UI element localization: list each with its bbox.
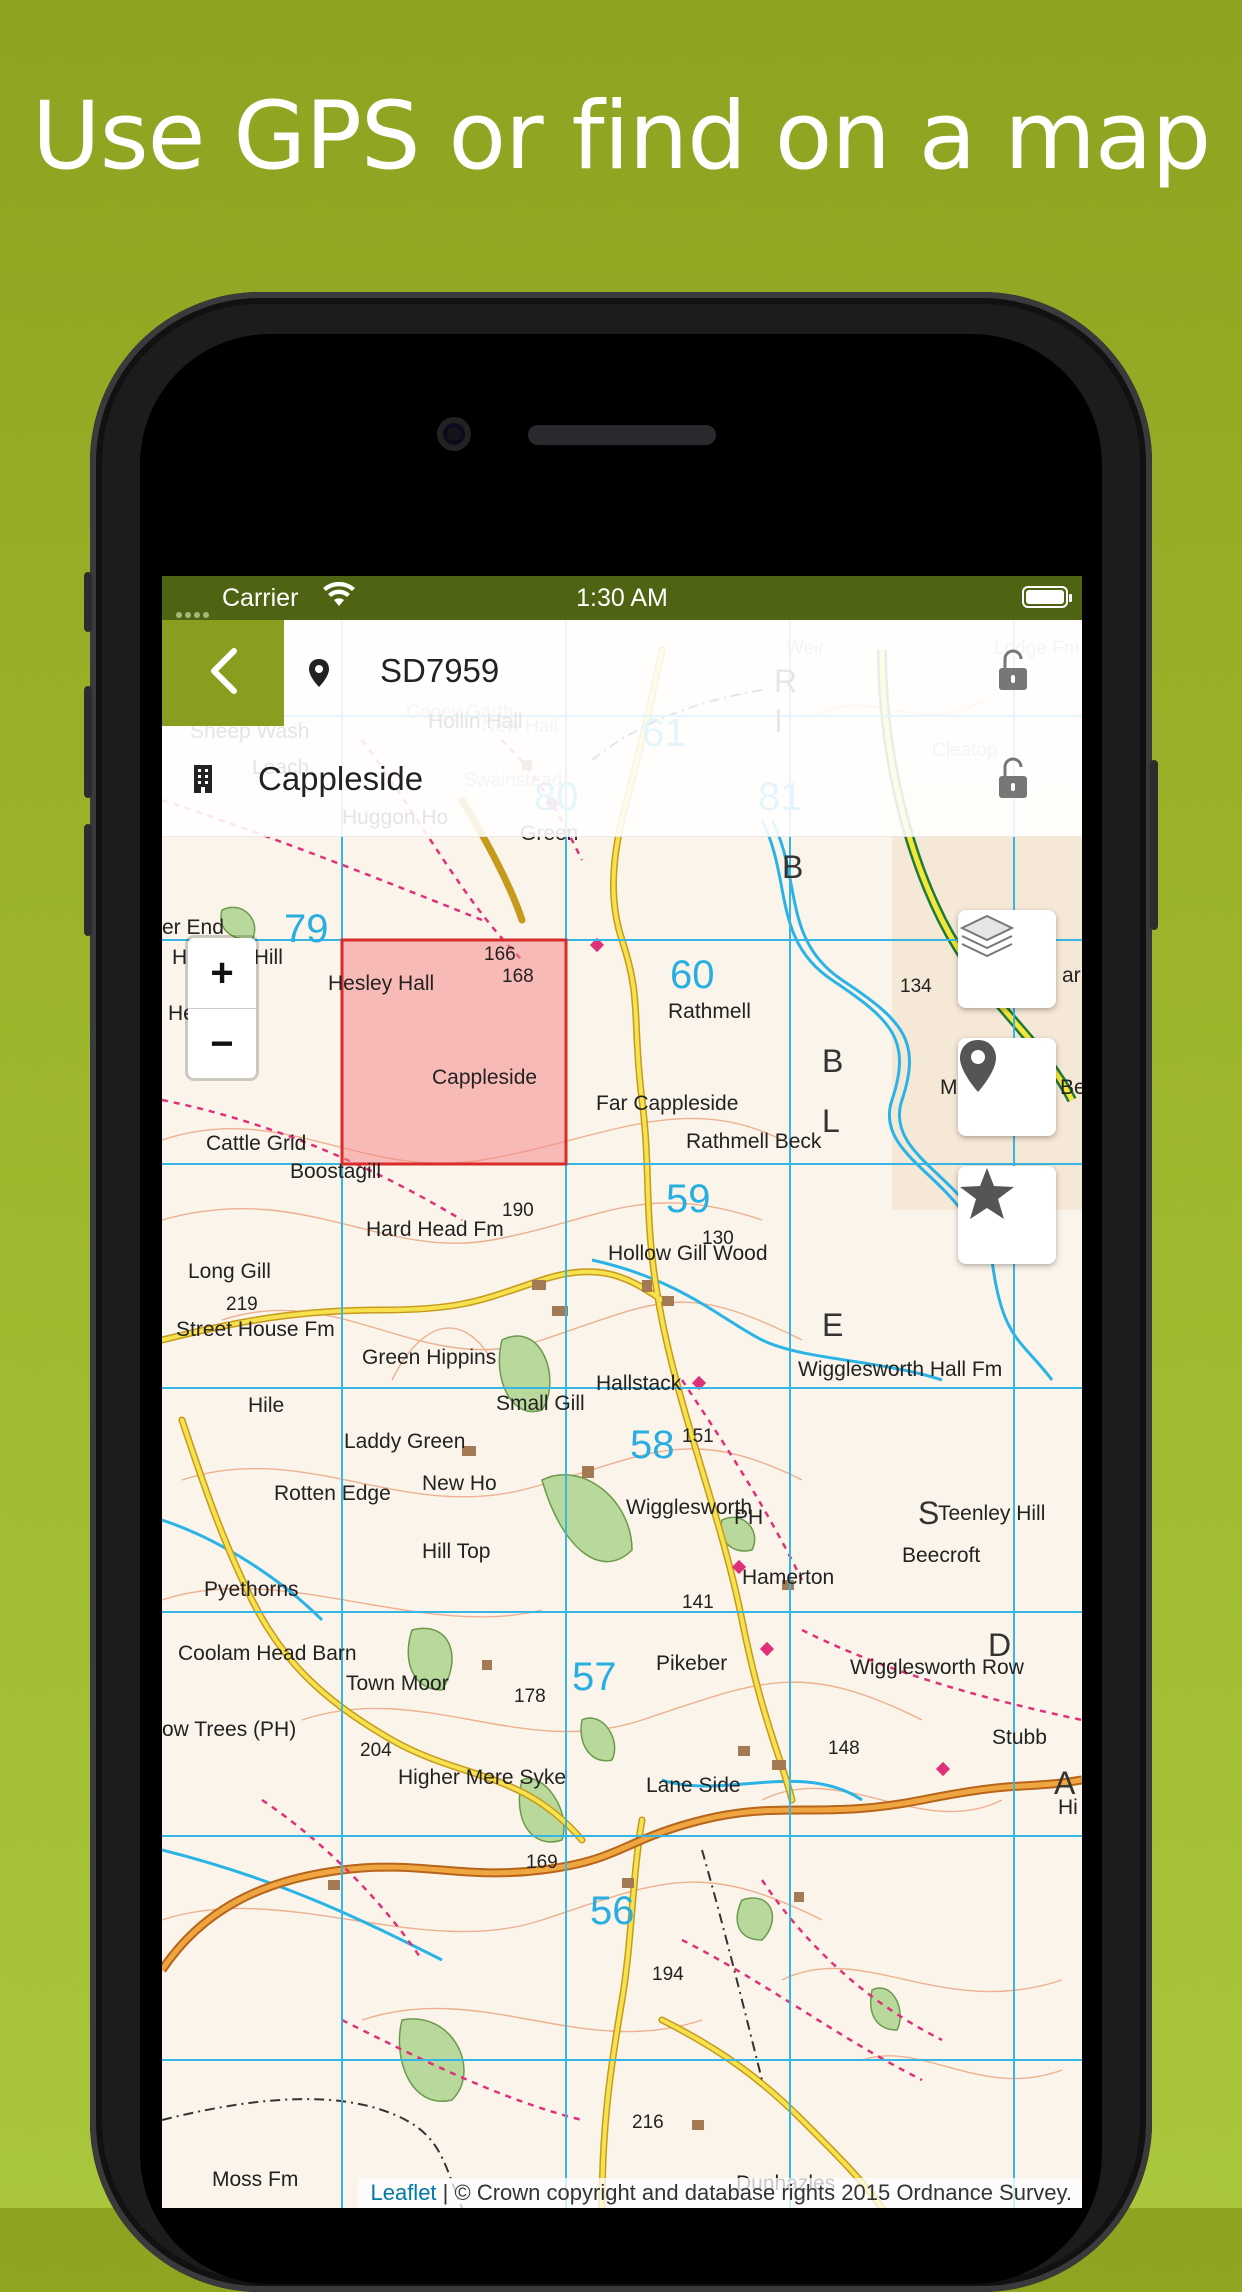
building-icon — [192, 764, 214, 799]
phone-speaker — [528, 425, 716, 445]
place-label: Hollow Gill Wood — [608, 1242, 768, 1265]
place-label: New Ho — [422, 1472, 497, 1495]
spot-height: 148 — [828, 1738, 860, 1759]
spot-height: 169 — [526, 1852, 558, 1873]
place-label: Hill Top — [422, 1540, 490, 1563]
zoom-control: + − — [188, 938, 256, 1078]
place-label: Laddy Green — [344, 1430, 465, 1453]
place-name-row: Cappleside — [162, 728, 1082, 836]
map-attribution: Leaflet | © Crown copyright and database… — [358, 2178, 1082, 2208]
place-label: Moss Fm — [212, 2168, 298, 2191]
grid-number: 57 — [572, 1655, 617, 1699]
spot-height: 194 — [652, 1964, 684, 1985]
place-label: Long Gill — [188, 1260, 271, 1283]
river-name-letter: B — [822, 1043, 843, 1079]
place-label: Stubb — [992, 1726, 1047, 1749]
phone-power-button — [1150, 760, 1158, 930]
zoom-out-button[interactable]: − — [188, 1009, 256, 1079]
grid-number: 59 — [666, 1177, 711, 1221]
river-name-letter: E — [822, 1307, 843, 1343]
place-label: Town Moor — [346, 1672, 449, 1695]
unlock-icon[interactable] — [996, 756, 1030, 805]
phone-silent-switch — [84, 572, 92, 632]
os-map-tiles: 618081796059585756Sheep WashLeachHollin … — [162, 620, 1082, 2208]
place-label: Rotten Edge — [274, 1482, 391, 1505]
map-view[interactable]: 618081796059585756Sheep WashLeachHollin … — [162, 620, 1082, 2208]
river-name-letter: D — [988, 1627, 1011, 1663]
grid-number: 60 — [670, 953, 715, 997]
status-time: 1:30 AM — [576, 584, 668, 612]
headline: Use GPS or find on a map — [31, 82, 1211, 191]
place-label: Cappleside — [432, 1066, 537, 1089]
grid-number: 79 — [284, 907, 329, 951]
copyright-text: © Crown copyright and database rights 20… — [454, 2180, 1072, 2205]
grid-ref-row: SD7959 — [162, 620, 1082, 728]
spot-height: 141 — [682, 1592, 714, 1613]
spot-height: 166 — [484, 944, 516, 965]
spot-height: 216 — [632, 2112, 664, 2133]
place-label: Lane Side — [646, 1774, 741, 1797]
place-label: Beecroft — [902, 1544, 980, 1567]
grid-number: 56 — [590, 1889, 635, 1933]
spot-height: 204 — [360, 1740, 392, 1761]
phone-camera — [437, 417, 471, 451]
place-label: Pyethorns — [204, 1578, 299, 1601]
place-label: Boostagill — [290, 1160, 381, 1183]
place-label: Hard Head Fm — [366, 1218, 504, 1241]
attribution-separator: | — [442, 2180, 449, 2205]
place-label: arb — [1062, 964, 1082, 987]
unlock-icon[interactable] — [996, 648, 1030, 697]
place-label: Coolam Head Barn — [178, 1642, 357, 1665]
place-label: Hesley Hall — [328, 972, 434, 995]
place-label: ow Trees (PH) — [162, 1718, 296, 1741]
place-label: Higher Mere Syke — [398, 1766, 566, 1789]
favourite-button[interactable] — [958, 1166, 1056, 1264]
spot-height: 134 — [900, 976, 932, 997]
battery-icon — [1022, 586, 1072, 608]
grid-number: 58 — [630, 1423, 675, 1467]
spot-height: 130 — [702, 1228, 734, 1249]
place-label: Wigglesworth Hall Fm — [798, 1358, 1002, 1381]
place-label: Teenley Hill — [938, 1502, 1045, 1525]
zoom-in-button[interactable]: + — [188, 938, 256, 1009]
location-header: SD7959 Cappleside — [162, 620, 1082, 837]
river-name-letter: A — [1054, 1765, 1076, 1801]
place-label: PH — [734, 1506, 763, 1529]
leaflet-link[interactable]: Leaflet — [370, 2180, 436, 2205]
spot-height: 219 — [226, 1294, 258, 1315]
place-label: Hamerton — [742, 1566, 834, 1589]
locate-button[interactable] — [958, 1038, 1056, 1136]
place-name-field[interactable]: Cappleside — [258, 760, 423, 798]
status-bar: Carrier 1:30 AM — [162, 576, 1082, 620]
app-screen: Carrier 1:30 AM 79 60 59 58 57 56 er End… — [162, 576, 1082, 2208]
spot-height: 168 — [502, 966, 534, 987]
spot-height: 178 — [514, 1686, 546, 1707]
phone-volume-down — [84, 824, 92, 936]
place-label: Street House Fm — [176, 1318, 335, 1341]
grid-ref-field[interactable]: SD7959 — [380, 652, 499, 690]
phone-volume-up — [84, 686, 92, 798]
map-pin-icon — [308, 658, 330, 693]
place-label: Rathmell — [668, 1000, 751, 1023]
place-label: Green Hippins — [362, 1346, 496, 1369]
river-name-letter: S — [918, 1495, 939, 1531]
place-label: Hallstack — [596, 1372, 682, 1395]
place-label: Small Gill — [496, 1392, 585, 1415]
place-label: Far Cappleside — [596, 1092, 738, 1115]
spot-height: 190 — [502, 1200, 534, 1221]
river-name-letter: B — [782, 849, 803, 885]
place-label: Cattle Grid — [206, 1132, 306, 1155]
river-name-letter: L — [822, 1103, 840, 1139]
place-label: er End — [162, 916, 224, 939]
spot-height: 151 — [682, 1426, 714, 1447]
place-label: Rathmell Beck — [686, 1130, 822, 1153]
layers-button[interactable] — [958, 910, 1056, 1008]
place-label: Hile — [248, 1394, 284, 1417]
place-label: Pikeber — [656, 1652, 727, 1675]
